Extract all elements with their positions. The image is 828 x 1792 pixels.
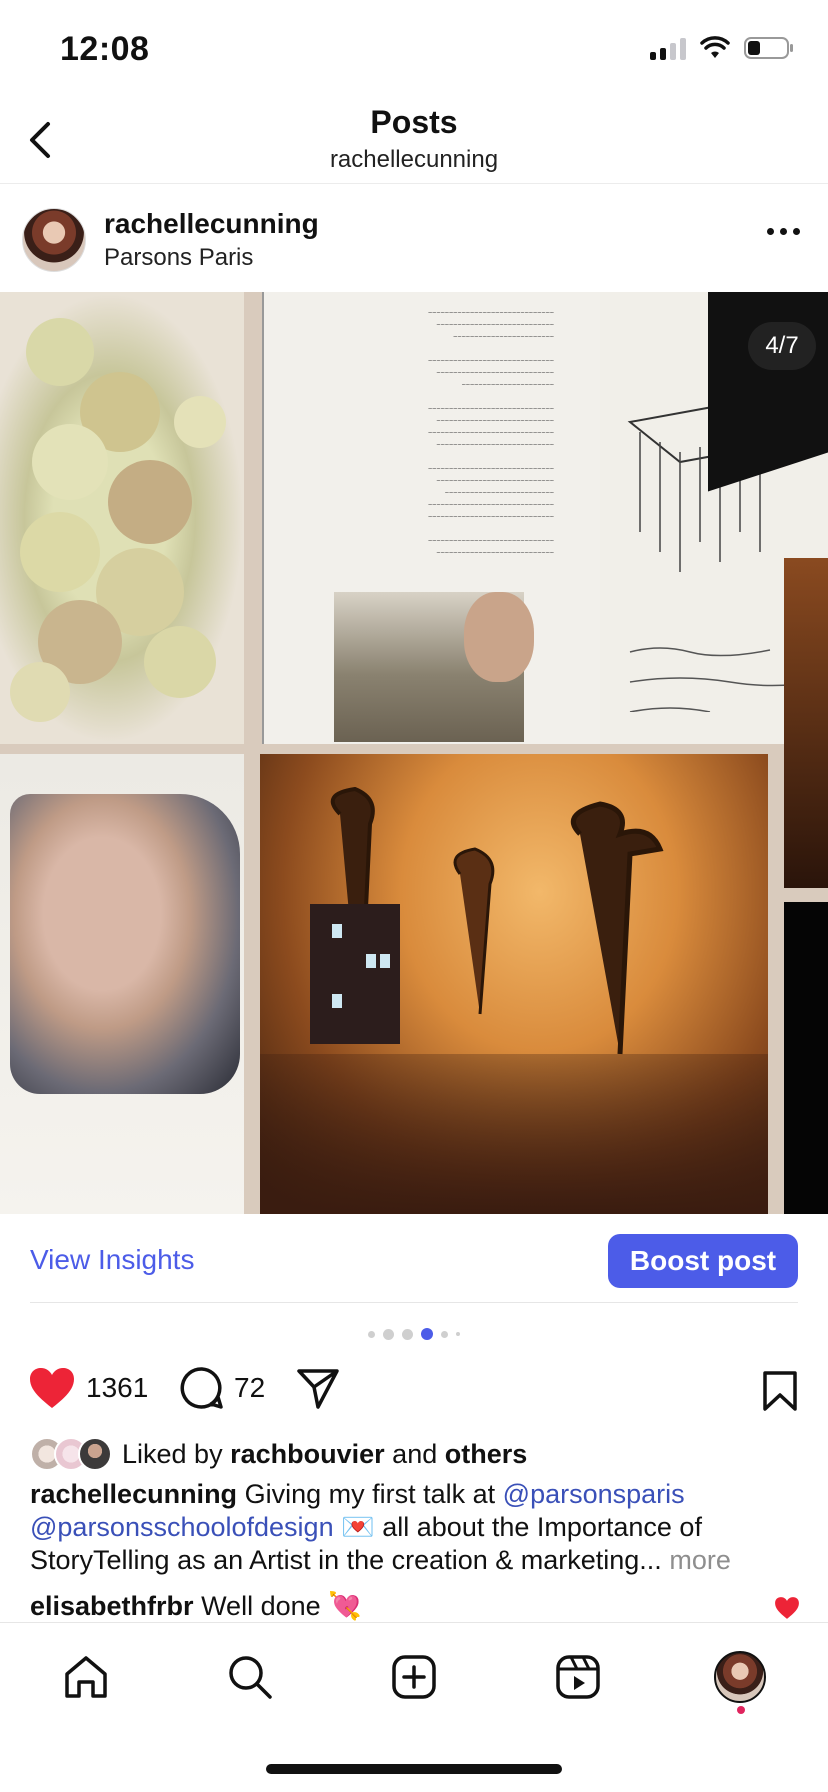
status-bar: 12:08: [0, 0, 828, 100]
comment-count[interactable]: 72: [234, 1372, 265, 1404]
paper-plane-icon: [297, 1369, 339, 1409]
carousel-dot: [441, 1330, 448, 1338]
like-count[interactable]: 1361: [86, 1372, 148, 1404]
notification-dot: [737, 1706, 745, 1714]
carousel-counter: 4/7: [748, 322, 816, 370]
avatar: [714, 1651, 766, 1703]
tab-create[interactable]: [386, 1649, 442, 1705]
liked-by-user[interactable]: rachbouvier: [230, 1439, 385, 1469]
carousel-dots: [0, 1328, 828, 1340]
status-time: 12:08: [60, 30, 150, 68]
cellular-signal-icon: [650, 36, 686, 60]
caption-username[interactable]: rachellecunning: [30, 1479, 237, 1509]
posts-header: Posts rachellecunning: [0, 100, 828, 184]
heart-arrow-emoji: 💘: [328, 1591, 362, 1621]
pressed-flowers-image: [0, 292, 244, 744]
comment-username[interactable]: elisabethfrbr: [30, 1591, 194, 1621]
carousel-dot: [456, 1332, 460, 1336]
page-title: Posts: [370, 104, 458, 140]
comment-like-button[interactable]: [774, 1596, 800, 1625]
post-caption: rachellecunning Giving my first talk at …: [30, 1479, 731, 1575]
carousel-dot: [383, 1328, 394, 1340]
avatar[interactable]: [22, 208, 86, 272]
carousel-dot: [368, 1330, 375, 1338]
envelope-heart-emoji: 💌: [341, 1512, 375, 1542]
tab-reels[interactable]: [550, 1649, 606, 1705]
liked-by-row[interactable]: Liked by rachbouvier and others: [30, 1434, 527, 1474]
plus-square-icon: [392, 1655, 436, 1699]
tab-search[interactable]: [222, 1649, 278, 1705]
liked-by-text: Liked by rachbouvier and others: [122, 1438, 528, 1469]
bookmark-icon: [763, 1371, 797, 1411]
boost-post-button[interactable]: Boost post: [608, 1234, 798, 1288]
mention-link[interactable]: @parsonsparis: [503, 1479, 685, 1509]
post-actions: 1361 72: [0, 1360, 828, 1420]
tab-home[interactable]: [58, 1649, 114, 1705]
heart-icon: [30, 1368, 74, 1408]
more-link[interactable]: more: [669, 1545, 731, 1575]
wifi-icon: [700, 36, 730, 58]
heart-icon: [775, 1597, 799, 1619]
collage-portrait-image: [0, 754, 244, 1214]
home-icon: [65, 1656, 107, 1698]
home-indicator[interactable]: [266, 1764, 562, 1774]
status-icons: [650, 36, 794, 60]
avatar: [78, 1437, 112, 1471]
liked-by-others[interactable]: others: [445, 1439, 528, 1469]
tab-profile[interactable]: [712, 1649, 768, 1705]
ellipsis-icon: [767, 228, 774, 235]
post-header: rachellecunning Parsons Paris: [0, 184, 828, 292]
mention-link[interactable]: @parsonsschoolofdesign: [30, 1512, 334, 1542]
carousel-dot: [402, 1328, 413, 1340]
save-button[interactable]: [762, 1370, 798, 1417]
carousel-dot-active: [421, 1328, 433, 1340]
speech-bubble-icon: [180, 1367, 223, 1409]
more-options-button[interactable]: [767, 228, 800, 235]
insights-row: View Insights Boost post: [0, 1214, 828, 1304]
post-location[interactable]: Parsons Paris: [104, 244, 253, 272]
post-username[interactable]: rachellecunning: [104, 208, 319, 240]
divider: [30, 1302, 798, 1303]
battery-icon: [744, 37, 793, 59]
miniature-forest-image: [260, 754, 768, 1214]
share-button[interactable]: [296, 1366, 340, 1410]
comment-button[interactable]: 72: [180, 1366, 265, 1410]
comment-preview[interactable]: elisabethfrbr Well done 💘: [30, 1590, 800, 1622]
view-insights-link[interactable]: View Insights: [30, 1244, 194, 1276]
page-subtitle[interactable]: rachellecunning: [0, 146, 828, 174]
search-icon: [229, 1656, 272, 1699]
post-media[interactable]: ~~~~~~~~~~~~~~~~~~~~~~~~~~~~~~ ~~~~~~~~~~…: [0, 292, 828, 1214]
like-button[interactable]: 1361: [28, 1366, 148, 1410]
reels-icon: [556, 1655, 600, 1699]
